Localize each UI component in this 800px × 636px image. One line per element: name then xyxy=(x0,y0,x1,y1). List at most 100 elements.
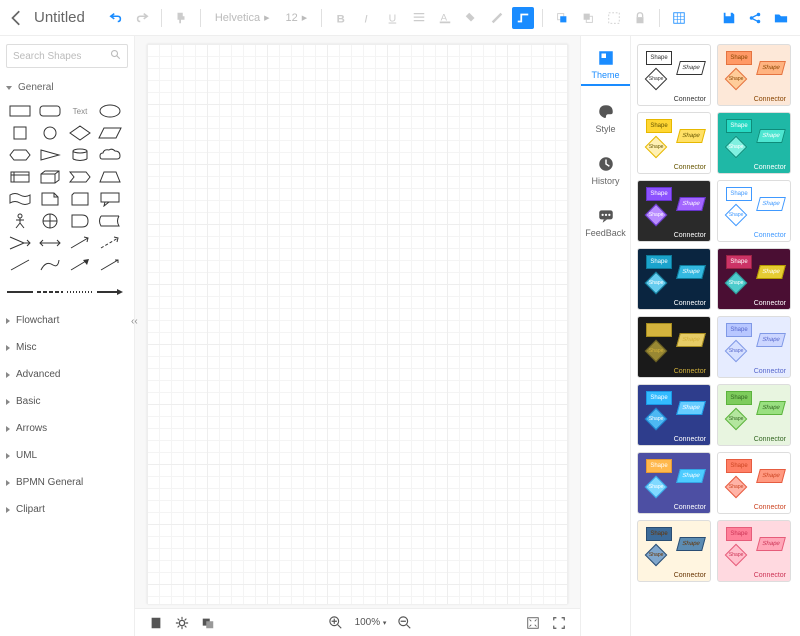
shape-actor[interactable] xyxy=(6,211,34,231)
fill-color-button[interactable] xyxy=(460,7,482,29)
to-back-button[interactable] xyxy=(577,7,599,29)
font-size-select[interactable]: 12▶ xyxy=(280,12,314,24)
tab-theme[interactable]: Theme xyxy=(581,44,630,86)
align-button[interactable] xyxy=(408,7,430,29)
layers-button[interactable] xyxy=(199,614,217,632)
shape-arrow-diag[interactable] xyxy=(66,233,94,253)
theme-card-2[interactable]: ShapeShapeShapeConnector xyxy=(637,112,711,174)
category-general[interactable]: General xyxy=(6,78,128,97)
shape-triangle[interactable] xyxy=(36,145,64,165)
theme-card-8[interactable]: ShapeShapeShapeConnector xyxy=(637,316,711,378)
theme-card-13[interactable]: ShapeShapeShapeConnector xyxy=(717,452,791,514)
shape-and[interactable] xyxy=(66,211,94,231)
stroke-color-button[interactable] xyxy=(486,7,508,29)
shape-curved-connector[interactable] xyxy=(36,255,64,275)
shape-callout[interactable] xyxy=(96,189,124,209)
page-button[interactable] xyxy=(147,614,165,632)
shape-rounded-rect[interactable] xyxy=(36,101,64,121)
line-solid[interactable] xyxy=(6,285,34,299)
theme-card-5[interactable]: ShapeShapeShapeConnector xyxy=(717,180,791,242)
shape-rectangle[interactable] xyxy=(6,101,34,121)
theme-card-7[interactable]: ShapeShapeShapeConnector xyxy=(717,248,791,310)
line-dotted[interactable] xyxy=(66,285,94,299)
shape-internal-storage[interactable] xyxy=(6,167,34,187)
to-front-button[interactable] xyxy=(551,7,573,29)
shape-card[interactable] xyxy=(66,189,94,209)
shape-arrow-bidir[interactable] xyxy=(36,233,64,253)
collapse-sidebar-handle[interactable]: ‹‹ xyxy=(131,316,138,327)
drawing-canvas[interactable] xyxy=(147,44,568,604)
line-arrow-end[interactable] xyxy=(96,285,124,299)
category-arrows[interactable]: Arrows xyxy=(6,415,128,442)
bold-button[interactable]: B xyxy=(330,7,352,29)
shape-line-thin-arrow[interactable] xyxy=(96,255,124,275)
shape-trapezoid[interactable] xyxy=(96,167,124,187)
shape-hexagon[interactable] xyxy=(6,145,34,165)
shape-diamond[interactable] xyxy=(66,123,94,143)
theme-card-12[interactable]: ShapeShapeShapeConnector xyxy=(637,452,711,514)
back-button[interactable] xyxy=(8,9,26,27)
grid-button[interactable] xyxy=(668,7,690,29)
theme-card-0[interactable]: ShapeShapeShapeConnector xyxy=(637,44,711,106)
category-misc[interactable]: Misc xyxy=(6,334,128,361)
shape-data-store[interactable] xyxy=(96,211,124,231)
shape-ellipse[interactable] xyxy=(96,101,124,121)
share-button[interactable] xyxy=(744,7,766,29)
shape-arrow-right[interactable] xyxy=(6,233,34,253)
redo-button[interactable] xyxy=(131,7,153,29)
tab-feedback[interactable]: FeedBack xyxy=(581,202,630,242)
undo-button[interactable] xyxy=(105,7,127,29)
settings-gear-icon[interactable] xyxy=(173,614,191,632)
theme-card-15[interactable]: ShapeShapeShapeConnector xyxy=(717,520,791,582)
underline-button[interactable]: U xyxy=(382,7,404,29)
zoom-in-button[interactable] xyxy=(327,614,345,632)
shape-line[interactable] xyxy=(6,255,34,275)
tab-history[interactable]: History xyxy=(581,150,630,190)
italic-button[interactable]: I xyxy=(356,7,378,29)
theme-card-9[interactable]: ShapeShapeShapeConnector xyxy=(717,316,791,378)
shape-line-bold-arrow[interactable] xyxy=(66,255,94,275)
shape-text[interactable]: Text xyxy=(66,101,94,121)
shape-or[interactable] xyxy=(36,211,64,231)
category-clipart[interactable]: Clipart xyxy=(6,496,128,523)
shape-cloud[interactable] xyxy=(96,145,124,165)
font-family-select[interactable]: Helvetica▶ xyxy=(209,12,276,24)
shape-note[interactable] xyxy=(36,189,64,209)
category-flowchart[interactable]: Flowchart xyxy=(6,307,128,334)
category-basic[interactable]: Basic xyxy=(6,388,128,415)
search-shapes[interactable] xyxy=(6,44,128,68)
theme-card-10[interactable]: ShapeShapeShapeConnector xyxy=(637,384,711,446)
document-title[interactable]: Untitled xyxy=(34,9,85,26)
lock-button[interactable] xyxy=(629,7,651,29)
theme-card-4[interactable]: ShapeShapeShapeConnector xyxy=(637,180,711,242)
shape-cube[interactable] xyxy=(36,167,64,187)
category-bpmn[interactable]: BPMN General xyxy=(6,469,128,496)
tab-style[interactable]: Style xyxy=(581,98,630,138)
line-dashed[interactable] xyxy=(36,285,64,299)
shape-circle[interactable] xyxy=(36,123,64,143)
theme-card-1[interactable]: ShapeShapeShapeConnector xyxy=(717,44,791,106)
shape-cylinder[interactable] xyxy=(66,145,94,165)
zoom-level[interactable]: 100% ▾ xyxy=(355,617,387,628)
category-uml[interactable]: UML xyxy=(6,442,128,469)
save-button[interactable] xyxy=(718,7,740,29)
font-color-button[interactable]: A xyxy=(434,7,456,29)
shape-square[interactable] xyxy=(6,123,34,143)
format-painter-button[interactable] xyxy=(170,7,192,29)
theme-card-3[interactable]: ShapeShapeShapeConnector xyxy=(717,112,791,174)
shape-tape[interactable] xyxy=(6,189,34,209)
shape-arrow-dashed[interactable] xyxy=(96,233,124,253)
shape-step[interactable] xyxy=(66,167,94,187)
shape-parallelogram[interactable] xyxy=(96,123,124,143)
theme-card-6[interactable]: ShapeShapeShapeConnector xyxy=(637,248,711,310)
fullscreen-button[interactable] xyxy=(550,614,568,632)
folder-button[interactable] xyxy=(770,7,792,29)
separator xyxy=(659,9,660,27)
fit-page-button[interactable] xyxy=(524,614,542,632)
category-advanced[interactable]: Advanced xyxy=(6,361,128,388)
theme-card-14[interactable]: ShapeShapeShapeConnector xyxy=(637,520,711,582)
zoom-out-button[interactable] xyxy=(396,614,414,632)
connector-style-button[interactable] xyxy=(512,7,534,29)
theme-card-11[interactable]: ShapeShapeShapeConnector xyxy=(717,384,791,446)
group-button[interactable] xyxy=(603,7,625,29)
